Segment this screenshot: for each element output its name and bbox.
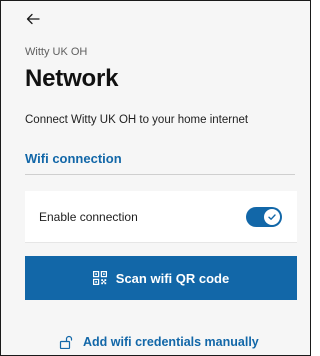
check-icon [268,214,276,220]
section-title-wifi: Wifi connection [25,151,122,166]
enable-connection-toggle[interactable] [246,207,282,227]
back-button[interactable] [25,11,41,27]
qr-code-icon [92,271,107,285]
enable-connection-label: Enable connection [39,210,138,224]
device-name: Witty UK OH [25,46,88,58]
scan-wifi-qr-label: Scan wifi QR code [115,270,230,286]
enable-connection-row: Enable connection [25,191,297,243]
arrow-left-icon [26,13,40,25]
scan-wifi-qr-button[interactable]: Scan wifi QR code [25,256,297,300]
page-description: Connect Witty UK OH to your home interne… [25,114,249,126]
lock-icon [59,335,73,349]
section-divider [25,174,295,175]
toggle-knob [264,209,280,225]
page-title: Network [25,65,119,92]
add-credentials-manually-link[interactable]: Add wifi credentials manually [59,335,259,349]
network-screen: Witty UK OH Network Connect Witty UK OH … [0,0,311,356]
add-credentials-manually-label: Add wifi credentials manually [83,335,259,349]
